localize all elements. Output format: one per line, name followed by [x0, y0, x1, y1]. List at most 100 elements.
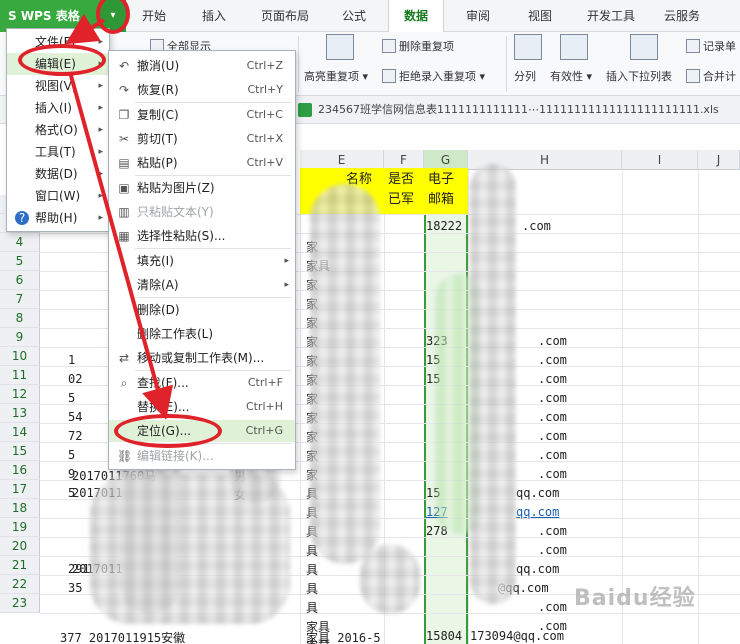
edit-menu-item[interactable]: ▣ 粘贴为图片(Z) — [109, 177, 295, 199]
cell-a16[interactable]: 5 — [68, 486, 75, 500]
row-header[interactable]: 8 — [0, 309, 40, 328]
cell-h10[interactable]: .com — [538, 372, 567, 386]
tab-view[interactable]: 视图 — [516, 0, 564, 32]
cell-h9[interactable]: .com — [538, 353, 567, 367]
main-menu-item[interactable]: 视图(V) ▸ — [7, 75, 109, 97]
edit-menu-item[interactable]: ✂ 剪切(T) Ctrl+X — [109, 128, 295, 150]
tab-page-layout[interactable]: 页面布局 — [252, 0, 318, 32]
cell-h3[interactable]: .com — [522, 219, 551, 233]
column-header-i[interactable]: I — [622, 150, 698, 170]
cell-a14[interactable]: 5 — [68, 448, 75, 462]
main-menu-item[interactable]: 工具(T) ▸ — [7, 141, 109, 163]
row-header[interactable]: 17 — [0, 480, 40, 499]
column-header-j[interactable]: J — [698, 150, 740, 170]
cell-e[interactable]: 家具 — [306, 618, 330, 635]
cell-e[interactable]: 具 — [306, 561, 318, 578]
edit-menu-item[interactable]: 删除工作表(L) — [109, 323, 295, 345]
edit-menu-item[interactable]: 删除(D) — [109, 299, 295, 321]
cell-a11[interactable]: 5 — [68, 391, 75, 405]
cell-g23[interactable]: 15804 — [426, 629, 462, 643]
edit-menu-item[interactable]: 清除(A) ▸ — [109, 274, 295, 296]
cell-a9[interactable]: 1 — [68, 353, 75, 367]
cell-a21[interactable]: 35 — [68, 581, 82, 595]
edit-menu-item[interactable]: ↷ 恢复(R) Ctrl+Y — [109, 79, 295, 101]
main-menu-item[interactable]: 插入(I) ▸ — [7, 97, 109, 119]
main-menu-item[interactable]: 窗口(W) ▸ — [7, 185, 109, 207]
cell-a15[interactable]: 9 — [68, 467, 75, 481]
edit-menu-item[interactable]: ▦ 选择性粘贴(S)... — [109, 225, 295, 247]
edit-menu-item[interactable]: ⌕ 查找(F)... Ctrl+F — [109, 372, 295, 394]
cell-h14[interactable]: .com — [538, 448, 567, 462]
tab-review[interactable]: 审阅 — [454, 0, 502, 32]
column-header-f[interactable]: F — [384, 150, 424, 170]
header-cell-email[interactable]: 电子 邮箱 — [424, 168, 468, 214]
row-header[interactable]: 18 — [0, 499, 40, 518]
column-header-g[interactable]: G — [424, 150, 468, 170]
cell-h17[interactable]: qq.com — [516, 505, 559, 519]
cell-e[interactable]: 具 — [306, 599, 318, 616]
header-cell-military[interactable]: 是否 已军 — [384, 168, 424, 214]
tab-cloud[interactable]: 云服务 — [654, 0, 710, 32]
cell-h19[interactable]: .com — [538, 543, 567, 557]
cell-a12[interactable]: 54 — [68, 410, 82, 424]
cell-h20[interactable]: qq.com — [516, 562, 559, 576]
edit-menu-item[interactable]: ↶ 撤消(U) Ctrl+Z — [109, 55, 295, 77]
row-header[interactable]: 11 — [0, 366, 40, 385]
row-header[interactable]: 12 — [0, 385, 40, 404]
cell-h23b[interactable]: 173094@qq.com — [470, 629, 564, 643]
insert-dropdown-list-button[interactable]: 插入下拉列表 — [606, 68, 672, 84]
delete-duplicates-button[interactable]: 删除重复项 — [382, 38, 454, 54]
tab-insert[interactable]: 插入 — [190, 0, 238, 32]
row-header[interactable]: 19 — [0, 518, 40, 537]
highlight-duplicates-button[interactable]: 高亮重复项 ▾ — [304, 68, 368, 84]
row-header[interactable]: 7 — [0, 290, 40, 309]
row-header[interactable]: 14 — [0, 423, 40, 442]
tab-data[interactable]: 数据 — [388, 0, 444, 32]
column-header-e[interactable]: E — [300, 150, 384, 170]
cell-h22[interactable]: .com — [538, 600, 567, 614]
cell-e[interactable]: 家具 — [306, 637, 330, 644]
row-header[interactable]: 6 — [0, 271, 40, 290]
row-header[interactable]: 4 — [0, 233, 40, 252]
row-header[interactable]: 10 — [0, 347, 40, 366]
row-header[interactable]: 15 — [0, 442, 40, 461]
cell-h16[interactable]: qq.com — [516, 486, 559, 500]
reject-duplicates-button[interactable]: 拒绝录入重复项 ▾ — [382, 68, 485, 84]
cell-a10[interactable]: 02 — [68, 372, 82, 386]
cell-b23[interactable]: 377 2017011915安徽 — [60, 629, 185, 644]
document-tab[interactable]: 234567班学信网信息表1111111111111⋯1111111111111… — [298, 99, 719, 121]
cell-h12[interactable]: .com — [538, 410, 567, 424]
edit-menu-item[interactable]: 替换(E)... Ctrl+H — [109, 396, 295, 418]
validity-button[interactable]: 有效性 ▾ — [550, 68, 592, 84]
row-header[interactable]: 22 — [0, 575, 40, 594]
record-form-button[interactable]: 记录单 — [686, 38, 736, 54]
merge-calc-button[interactable]: 合并计 — [686, 68, 736, 84]
cell-h11[interactable]: .com — [538, 391, 567, 405]
row-header[interactable]: 21 — [0, 556, 40, 575]
cell-a13[interactable]: 72 — [68, 429, 82, 443]
edit-menu-item[interactable]: 填充(I) ▸ — [109, 250, 295, 272]
edit-menu-item[interactable]: ⇄ 移动或复制工作表(M)... — [109, 347, 295, 369]
cell-e[interactable]: 具 — [306, 580, 318, 597]
row-header[interactable]: 9 — [0, 328, 40, 347]
cell-a20[interactable]: 291 — [68, 562, 90, 576]
cell-h18[interactable]: .com — [538, 524, 567, 538]
main-menu-item[interactable]: ? 帮助(H) ▸ — [7, 207, 109, 229]
row-header[interactable]: 20 — [0, 537, 40, 556]
cell-h13[interactable]: .com — [538, 429, 567, 443]
main-menu-item[interactable]: 数据(D) ▸ — [7, 163, 109, 185]
main-menu-item[interactable]: 格式(O) ▸ — [7, 119, 109, 141]
row-header[interactable]: 13 — [0, 404, 40, 423]
tab-developer[interactable]: 开发工具 — [578, 0, 644, 32]
edit-menu-item[interactable]: ❐ 复制(C) Ctrl+C — [109, 104, 295, 126]
edit-menu-item[interactable]: ▤ 粘贴(P) Ctrl+V — [109, 152, 295, 174]
row-header[interactable]: 5 — [0, 252, 40, 271]
cell-g3[interactable]: 18222 — [426, 219, 462, 233]
row-header[interactable]: 23 — [0, 594, 40, 613]
row-header[interactable]: 16 — [0, 461, 40, 480]
cell-h15[interactable]: .com — [538, 467, 567, 481]
split-column-button[interactable]: 分列 — [514, 68, 536, 84]
tab-formulas[interactable]: 公式 — [330, 0, 378, 32]
tab-home[interactable]: 开始 — [130, 0, 178, 32]
cell-h8[interactable]: .com — [538, 334, 567, 348]
